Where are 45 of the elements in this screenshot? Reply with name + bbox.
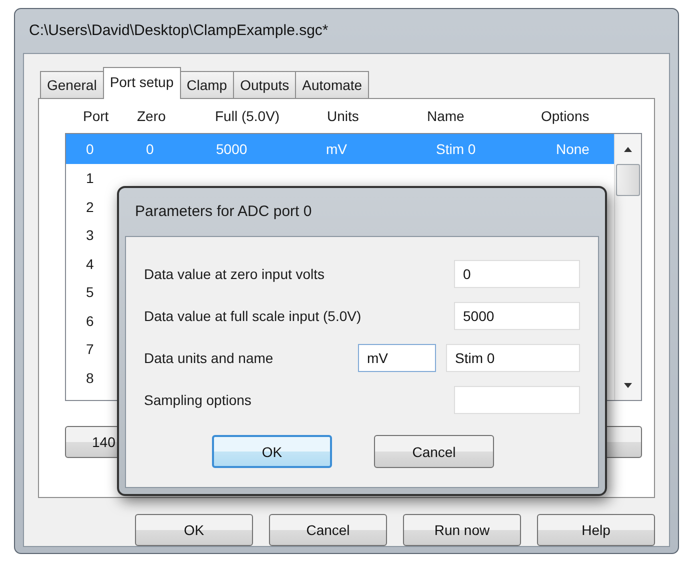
- scrollbar[interactable]: [614, 134, 641, 400]
- table-cell-text: None: [556, 140, 590, 159]
- column-header: Units: [327, 108, 360, 124]
- column-header: Port: [82, 108, 110, 124]
- table-cell-text: Stim 0: [436, 140, 477, 159]
- tab[interactable]: General: [40, 71, 104, 98]
- column-header: Full (5.0V): [215, 108, 281, 124]
- dialog-button[interactable]: OK: [135, 514, 253, 546]
- tab[interactable]: Clamp: [180, 71, 234, 98]
- input-field[interactable]: 5000: [454, 302, 580, 330]
- ok-button[interactable]: OK: [212, 435, 332, 468]
- field-label: Sampling options: [144, 392, 252, 408]
- scroll-thumb[interactable]: [616, 164, 640, 196]
- field-label: Data value at full scale input (5.0V): [144, 308, 362, 324]
- table-cell-text: 7: [86, 340, 95, 359]
- field-label: Data units and name: [144, 350, 274, 366]
- scroll-down-icon[interactable]: [623, 381, 633, 389]
- column-header: Zero: [137, 108, 167, 124]
- tab[interactable]: Outputs: [233, 71, 296, 98]
- table-cell-text: 5: [86, 283, 95, 302]
- dialog-title: Parameters for ADC port 0: [134, 202, 313, 222]
- table-cell-text: 6: [86, 312, 95, 330]
- column-header: Name: [426, 108, 466, 124]
- window-title: C:\Users\David\Desktop\ClampExample.sgc*: [28, 21, 330, 41]
- table-cell-text: 3: [86, 226, 95, 245]
- input-field[interactable]: 0: [454, 260, 580, 288]
- table-cell-text: 1: [86, 169, 95, 188]
- dialog-button[interactable]: Cancel: [269, 514, 387, 546]
- tab[interactable]: Automate: [295, 71, 370, 98]
- tab[interactable]: Port setup: [102, 67, 181, 99]
- scroll-up-icon[interactable]: [623, 145, 633, 153]
- cancel-button[interactable]: Cancel: [374, 435, 494, 468]
- table-cell-text: 8: [86, 368, 95, 388]
- column-header: Options: [541, 108, 590, 124]
- table-cell-text: 5000: [216, 140, 248, 159]
- table-cell-text: 4: [86, 254, 95, 274]
- table-cell-text: 0: [146, 140, 155, 159]
- table-cell-text: 0: [86, 140, 95, 159]
- dialog-button[interactable]: Run now: [403, 514, 521, 546]
- input-field[interactable]: Stim 0: [446, 344, 580, 372]
- input-field[interactable]: mV: [358, 344, 436, 372]
- dialog-button[interactable]: Help: [537, 514, 655, 546]
- field-label: Data value at zero input volts: [144, 266, 325, 282]
- input-field[interactable]: [454, 386, 580, 414]
- table-cell-text: mV: [326, 140, 348, 159]
